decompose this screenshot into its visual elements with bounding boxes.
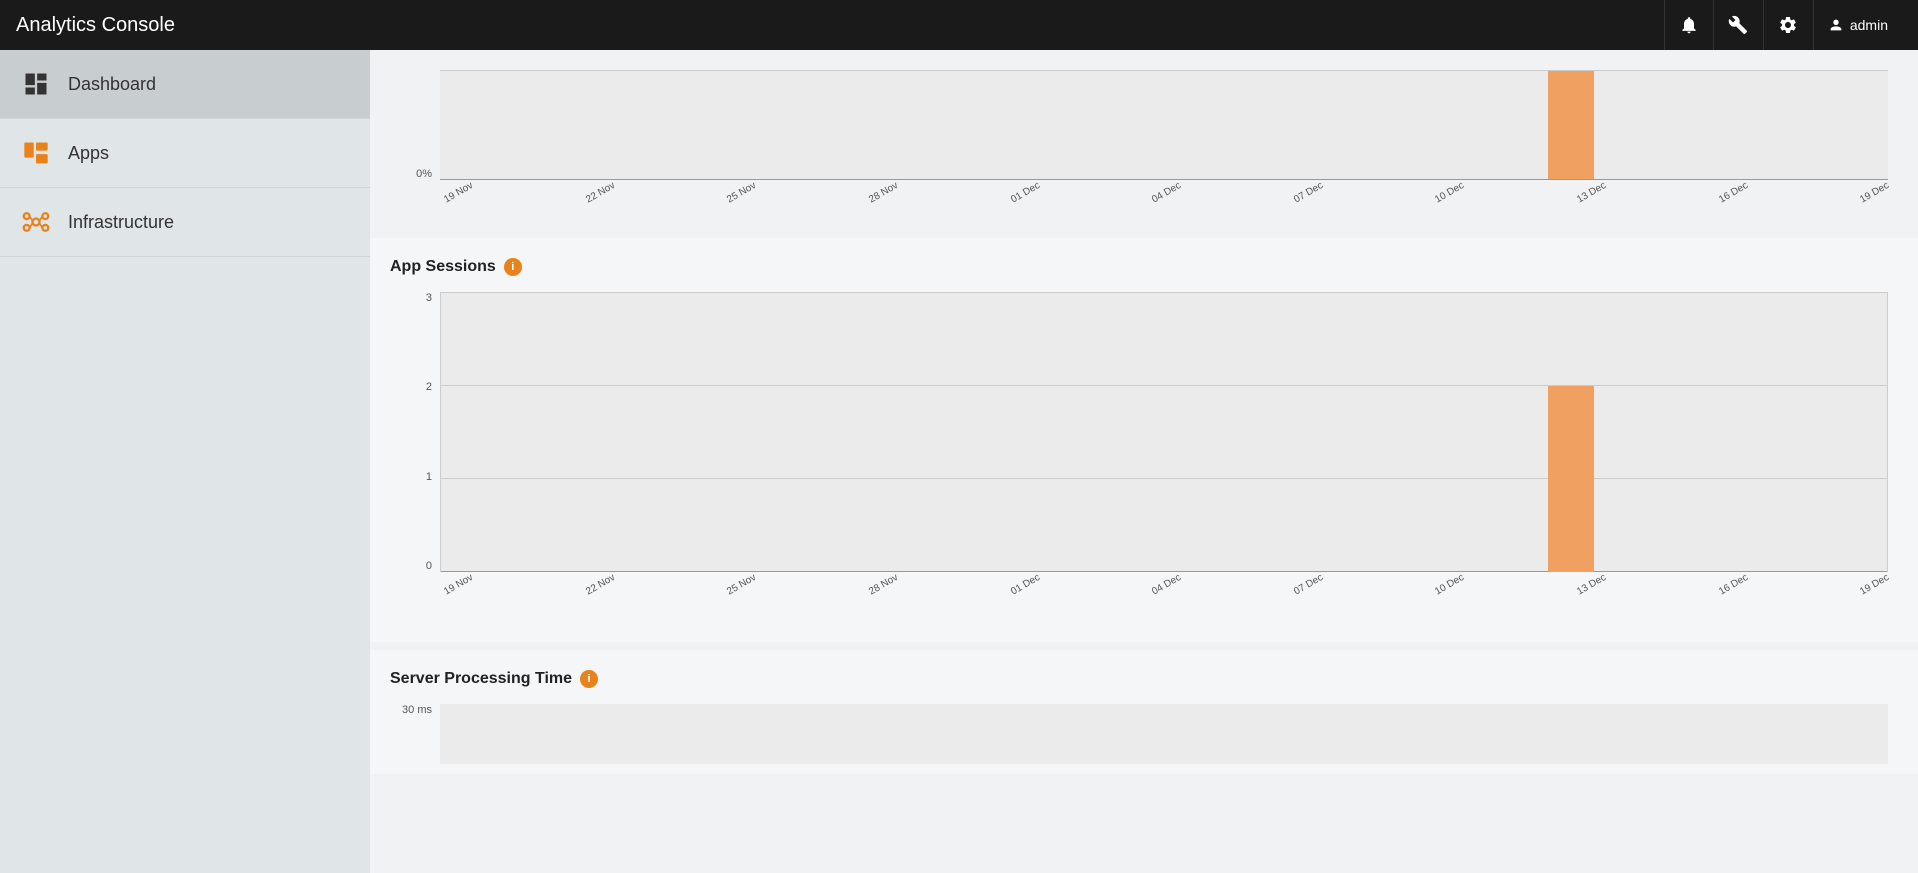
app-sessions-x5: 04 Dec [1150, 572, 1183, 597]
app-sessions-bar [1548, 386, 1594, 572]
sidebar: Dashboard Apps [0, 50, 370, 873]
bell-icon [1679, 15, 1699, 35]
server-processing-title: Server Processing Time [390, 670, 572, 688]
app-sessions-y-axis: 3 2 1 0 [390, 292, 440, 572]
wrench-icon [1728, 15, 1748, 35]
dashboard-icon [20, 68, 52, 100]
user-icon [1828, 17, 1844, 33]
top-chart-x-label-2: 25 Nov [725, 180, 758, 205]
app-sessions-x1: 22 Nov [584, 572, 617, 597]
app-sessions-x9: 16 Dec [1717, 572, 1750, 597]
top-chart-bar [1548, 70, 1594, 180]
admin-button[interactable]: admin [1814, 0, 1902, 50]
top-chart-topline [440, 70, 1888, 71]
server-processing-title-row: Server Processing Time i [390, 670, 1888, 688]
app-sessions-y0: 0 [426, 560, 432, 572]
top-chart-x-label-3: 28 Nov [867, 180, 900, 205]
app-sessions-x0: 19 Nov [442, 572, 475, 597]
grid-line-3 [440, 292, 1888, 293]
header-actions: admin [1664, 0, 1902, 50]
app-sessions-y2: 2 [426, 381, 432, 393]
settings-button[interactable] [1764, 0, 1814, 50]
app-sessions-x-axis: 19 Nov 22 Nov 25 Nov 28 Nov 01 Dec 04 De… [440, 572, 1888, 622]
infrastructure-icon [20, 206, 52, 238]
content-area: 0% 19 Nov 22 Nov 25 Nov 28 Nov 01 Dec 04… [370, 50, 1918, 873]
top-chart-x-label-5: 04 Dec [1150, 180, 1183, 205]
app-sessions-x4: 01 Dec [1009, 572, 1042, 597]
top-chart-x-label-4: 01 Dec [1009, 180, 1042, 205]
top-chart-y-label: 0% [416, 168, 432, 180]
top-chart-x-label-7: 10 Dec [1433, 180, 1466, 205]
app-sessions-x6: 07 Dec [1292, 572, 1325, 597]
app-sessions-x8: 13 Dec [1575, 572, 1608, 597]
wrench-button[interactable] [1714, 0, 1764, 50]
right-border [1887, 292, 1888, 572]
app-sessions-title: App Sessions [390, 258, 496, 276]
app-header: Analytics Console admin [0, 0, 1918, 50]
app-sessions-y1: 1 [426, 471, 432, 483]
sidebar-item-dashboard-label: Dashboard [68, 74, 156, 95]
top-chart-x-label-10: 19 Dec [1858, 180, 1891, 205]
app-sessions-chart-area [440, 292, 1888, 572]
server-processing-info-icon[interactable]: i [580, 670, 598, 688]
grid-line-2 [440, 385, 1888, 386]
gear-icon [1778, 15, 1798, 35]
notification-button[interactable] [1664, 0, 1714, 50]
sidebar-item-infrastructure-label: Infrastructure [68, 212, 174, 233]
sidebar-item-dashboard[interactable]: Dashboard [0, 50, 370, 119]
sidebar-item-apps[interactable]: Apps [0, 119, 370, 188]
top-chart-section: 0% 19 Nov 22 Nov 25 Nov 28 Nov 01 Dec 04… [370, 50, 1918, 230]
app-sessions-section: App Sessions i [370, 238, 1918, 642]
server-chart-area [440, 704, 1888, 764]
server-y-axis: 30 ms [390, 704, 440, 716]
top-chart-x-label-9: 16 Dec [1717, 180, 1750, 205]
admin-label: admin [1850, 17, 1888, 33]
server-processing-section: Server Processing Time i 30 ms [370, 650, 1918, 774]
app-sessions-x2: 25 Nov [725, 572, 758, 597]
top-chart-x-label-8: 13 Dec [1575, 180, 1608, 205]
grid-line-1 [440, 478, 1888, 479]
top-chart-x-label-6: 07 Dec [1292, 180, 1325, 205]
sidebar-item-apps-label: Apps [68, 143, 109, 164]
top-chart-x-axis: 19 Nov 22 Nov 25 Nov 28 Nov 01 Dec 04 De… [440, 180, 1888, 230]
main-layout: Dashboard Apps [0, 50, 1918, 873]
app-sessions-x3: 28 Nov [867, 572, 900, 597]
app-sessions-x10: 19 Dec [1858, 572, 1891, 597]
server-y-label: 30 ms [402, 704, 432, 716]
top-chart-x-label-0: 19 Nov [442, 180, 475, 205]
apps-icon [20, 137, 52, 169]
app-sessions-x7: 10 Dec [1433, 572, 1466, 597]
sidebar-item-infrastructure[interactable]: Infrastructure [0, 188, 370, 257]
app-sessions-y3: 3 [426, 292, 432, 304]
app-sessions-info-icon[interactable]: i [504, 258, 522, 276]
app-sessions-title-row: App Sessions i [390, 258, 1888, 276]
app-title: Analytics Console [16, 14, 175, 37]
app-sessions-chart: 3 2 1 0 19 Nov 22 Nov 25 Nov 28 Nov 01 D… [390, 292, 1888, 622]
left-border [440, 292, 441, 572]
top-chart-x-label-1: 22 Nov [584, 180, 617, 205]
server-processing-chart-partial: 30 ms [390, 704, 1888, 764]
